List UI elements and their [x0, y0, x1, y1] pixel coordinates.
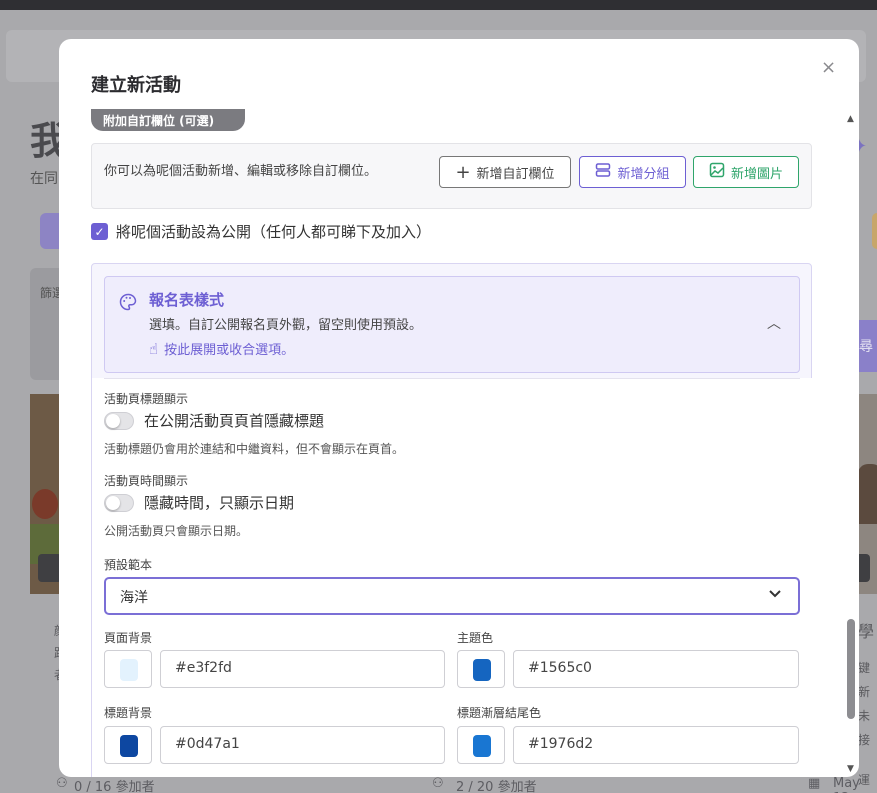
- close-icon[interactable]: ×: [821, 57, 836, 78]
- add-image-label: 新增圖片: [730, 166, 783, 182]
- title-gradient-end-hex-input[interactable]: #1976d2: [513, 726, 799, 764]
- title-gradient-end-label: 標題漸層結尾色: [457, 706, 542, 720]
- form-style-description: 選填。自訂公開報名頁外觀，留空則使用預設。: [149, 318, 423, 333]
- add-group-label: 新增分組: [617, 166, 670, 182]
- top-bar: [0, 0, 877, 10]
- scroll-up-arrow-icon[interactable]: ▲: [847, 114, 854, 124]
- calendar-icon: ▦: [808, 776, 821, 791]
- theme-color-chip: [473, 659, 491, 681]
- page-bg-color-chip: [120, 659, 138, 681]
- preset-select[interactable]: 海洋: [104, 577, 800, 615]
- add-custom-field-label: 新增自訂欄位: [476, 166, 555, 182]
- hide-title-switch[interactable]: [104, 411, 134, 430]
- preset-label: 預設範本: [104, 558, 153, 572]
- custom-fields-pill: 附加自訂欄位 (可選): [91, 109, 245, 131]
- background-page-subtitle: 在同: [30, 171, 58, 187]
- title-bg-swatch[interactable]: [104, 726, 152, 764]
- add-image-button[interactable]: 新增圖片: [693, 156, 799, 188]
- divider: [104, 378, 800, 379]
- scroll-down-arrow-icon[interactable]: ▼: [847, 764, 854, 774]
- public-event-row[interactable]: ✓ 將呢個活動設為公開（任何人都可睇下及加入）: [91, 221, 431, 242]
- public-event-checkbox[interactable]: ✓: [91, 223, 108, 240]
- image-icon: [709, 162, 725, 182]
- custom-fields-box: 你可以為呢個活動新增、編輯或移除自訂欄位。 + 新增自訂欄位 新增分組 新增圖片: [91, 143, 812, 209]
- participants-icon: ⚇: [432, 776, 444, 791]
- modal-scrollbar[interactable]: ▲ ▼: [846, 114, 856, 774]
- plus-icon: +: [455, 161, 471, 183]
- title-bg-hex-input[interactable]: #0d47a1: [160, 726, 445, 764]
- background-bottom-row: ⚇ 0 / 16 參加者 ⚇ 2 / 20 參加者 ▦ May 12: [0, 776, 877, 793]
- theme-color-swatch[interactable]: [457, 650, 505, 688]
- form-style-toggle-text: 按此展開或收合選項。: [164, 343, 295, 358]
- background-chip-right: [872, 213, 877, 249]
- chevron-down-icon: [768, 586, 782, 604]
- palette-icon: [119, 293, 137, 311]
- background-card-text-right: 學 键新 未接 運動: [858, 622, 875, 787]
- hide-time-switch[interactable]: [104, 493, 134, 512]
- public-event-label: 將呢個活動設為公開（任何人都可睇下及加入）: [116, 223, 432, 241]
- form-style-title: 報名表樣式: [149, 291, 225, 309]
- chevron-up-icon[interactable]: ︿: [767, 313, 781, 333]
- theme-color-label: 主題色: [457, 631, 494, 645]
- participants-icon: ⚇: [56, 776, 68, 791]
- page-bg-swatch[interactable]: [104, 650, 152, 688]
- page-bg-label: 頁面背景: [104, 631, 153, 645]
- hide-time-label: 隱藏時間，只顯示日期: [144, 494, 295, 512]
- create-event-modal: 建立新活動 × 附加自訂欄位 (可選) 你可以為呢個活動新增、編輯或移除自訂欄位…: [59, 39, 859, 777]
- background-date-right: May 12: [833, 776, 860, 793]
- custom-fields-description: 你可以為呢個活動新增、編輯或移除自訂欄位。: [104, 164, 378, 179]
- theme-color-hex-input[interactable]: #1565c0: [513, 650, 799, 688]
- page-bg-hex-input[interactable]: #e3f2fd: [160, 650, 445, 688]
- hide-time-toggle-row[interactable]: 隱藏時間，只顯示日期: [104, 492, 294, 513]
- group-icon: [595, 162, 611, 182]
- add-group-button[interactable]: 新增分組: [579, 156, 686, 188]
- form-style-settings: 活動頁標題顯示 在公開活動頁頁首隱藏標題 活動標題仍會用於連結和中繼資料，但不會…: [92, 378, 813, 777]
- modal-title: 建立新活動: [91, 75, 181, 96]
- background-participants-mid: 2 / 20 參加者: [456, 780, 537, 793]
- title-bg-label: 標題背景: [104, 706, 153, 720]
- form-style-panel: 報名表樣式 選填。自訂公開報名頁外觀，留空則使用預設。 ☝ 按此展開或收合選項。…: [91, 263, 813, 777]
- scrollbar-thumb[interactable]: [847, 619, 855, 719]
- hide-title-toggle-row[interactable]: 在公開活動頁頁首隱藏標題: [104, 410, 324, 431]
- title-bg-color-chip: [120, 735, 138, 757]
- background-participants-left: 0 / 16 參加者: [74, 780, 155, 793]
- form-style-toggle-hint[interactable]: ☝ 按此展開或收合選項。: [149, 339, 295, 359]
- background-card-image-left: [30, 394, 62, 594]
- title-gradient-end-chip: [473, 735, 491, 757]
- modal-scroll-area[interactable]: 附加自訂欄位 (可選) 你可以為呢個活動新增、編輯或移除自訂欄位。 + 新增自訂…: [59, 109, 859, 777]
- time-display-label: 活動頁時間顯示: [104, 474, 189, 488]
- hide-title-label: 在公開活動頁頁首隱藏標題: [144, 412, 325, 430]
- hide-time-hint: 公開活動頁只會顯示日期。: [104, 524, 249, 538]
- pointer-hand-icon: ☝: [149, 339, 159, 358]
- preset-select-value: 海洋: [120, 590, 148, 606]
- hide-title-hint: 活動標題仍會用於連結和中繼資料，但不會顯示在頁首。: [104, 442, 405, 456]
- add-custom-field-button[interactable]: + 新增自訂欄位: [439, 156, 571, 188]
- title-gradient-end-swatch[interactable]: [457, 726, 505, 764]
- form-style-header[interactable]: 報名表樣式 選填。自訂公開報名頁外觀，留空則使用預設。 ☝ 按此展開或收合選項。…: [104, 276, 800, 373]
- title-display-label: 活動頁標題顯示: [104, 392, 189, 406]
